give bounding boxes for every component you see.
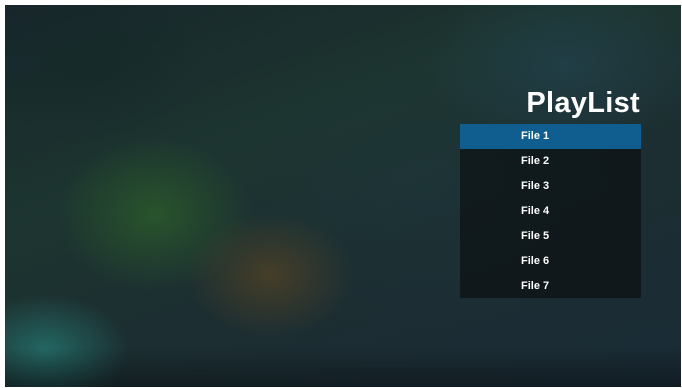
background-shade bbox=[5, 347, 681, 387]
playlist-item-file-5[interactable]: File 5 bbox=[460, 224, 641, 249]
playlist-item-file-1[interactable]: File 1 bbox=[460, 124, 641, 149]
playlist-item-file-4[interactable]: File 4 bbox=[460, 199, 641, 224]
page: PlayList File 1 File 2 File 3 File 4 Fil… bbox=[0, 0, 682, 388]
playlist-item-file-7[interactable]: File 7 bbox=[460, 274, 641, 299]
playlist-item-file-6[interactable]: File 6 bbox=[460, 249, 641, 274]
playlist-item-file-3[interactable]: File 3 bbox=[460, 174, 641, 199]
playlist-panel: File 1 File 2 File 3 File 4 File 5 File … bbox=[460, 124, 641, 298]
playlist-title: PlayList bbox=[526, 87, 640, 119]
playlist-item-file-2[interactable]: File 2 bbox=[460, 149, 641, 174]
tv-screen: PlayList File 1 File 2 File 3 File 4 Fil… bbox=[5, 5, 681, 387]
